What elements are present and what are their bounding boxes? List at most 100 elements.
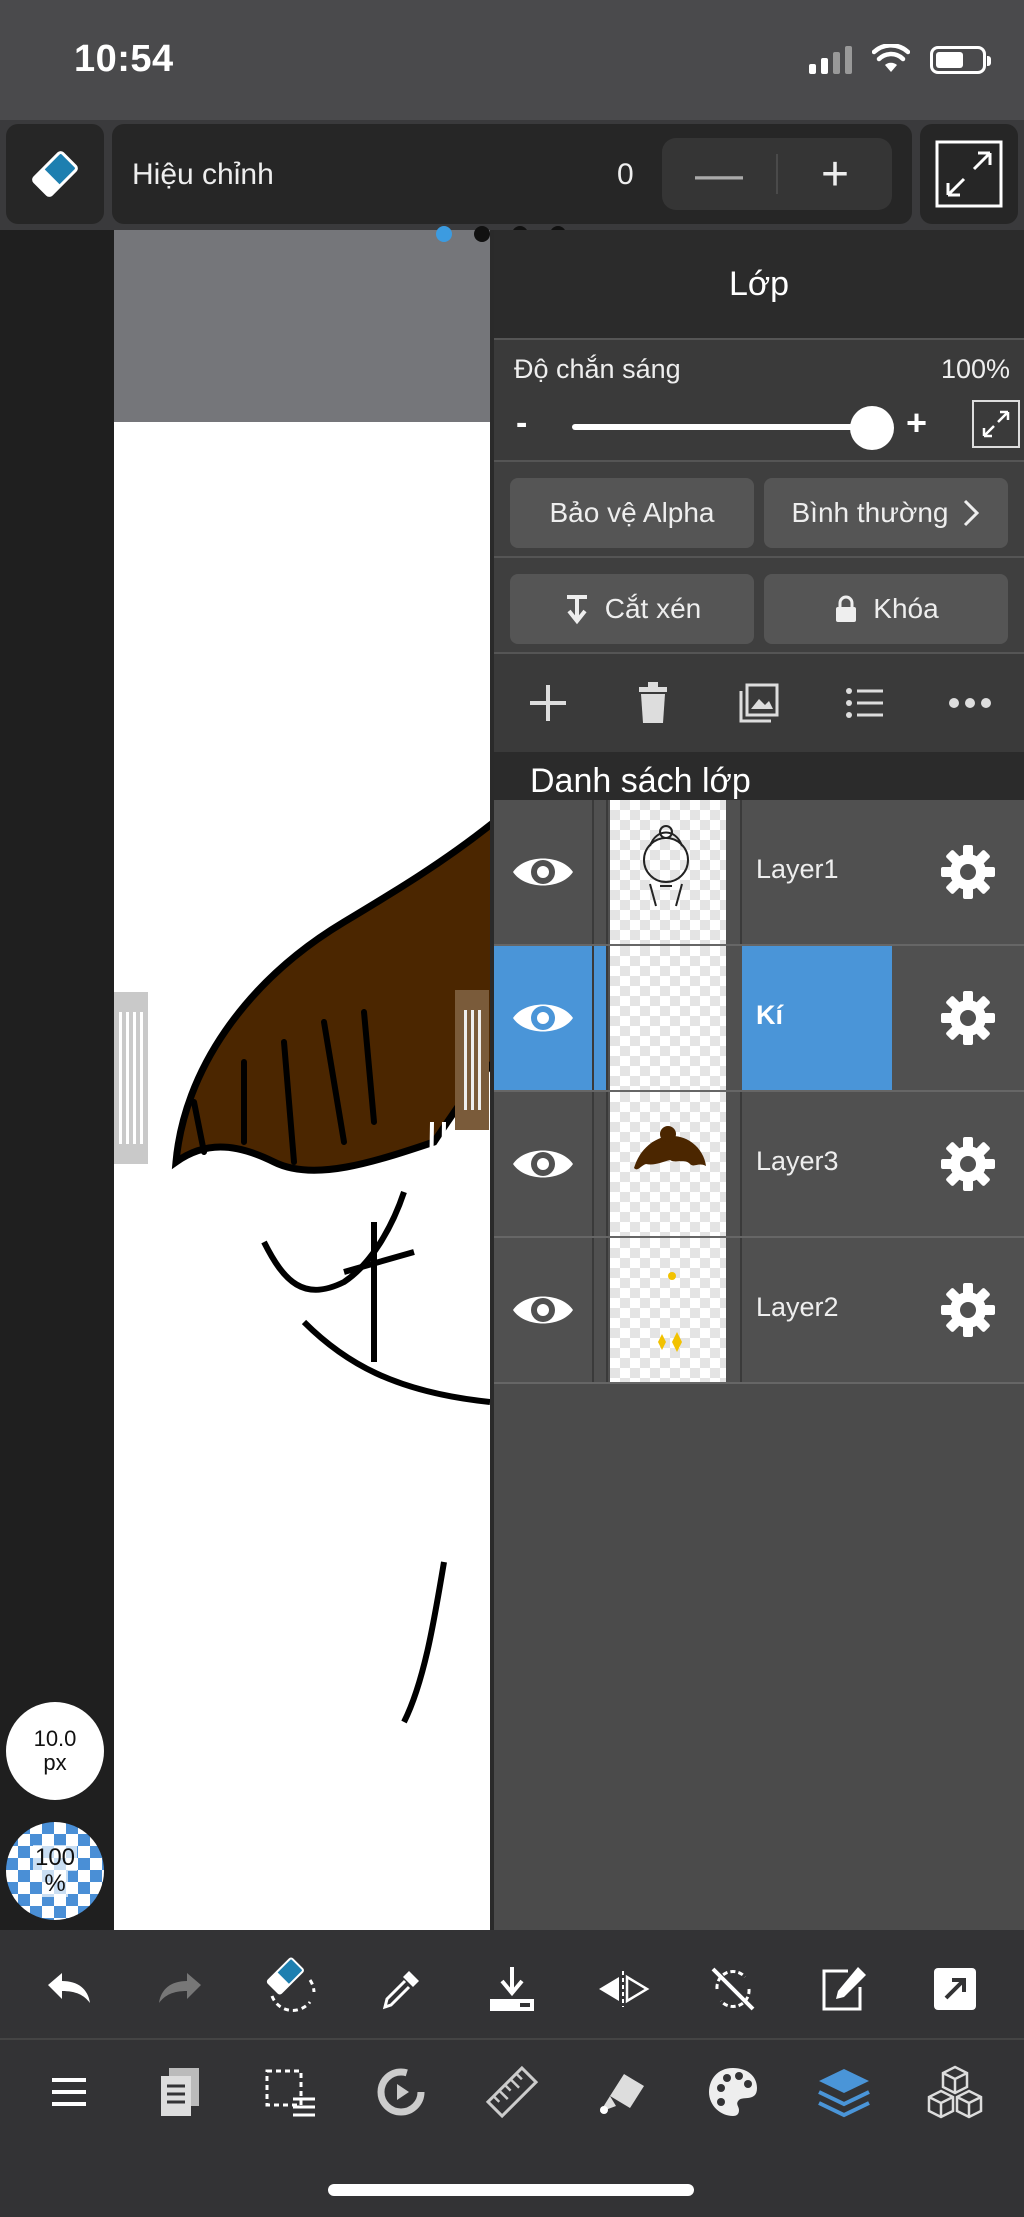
adjust-label: Hiệu chỉnh xyxy=(132,158,274,191)
transform-eraser-button[interactable] xyxy=(251,1949,331,2029)
expand-icon xyxy=(982,410,1010,438)
brush-opacity-unit: % xyxy=(42,1870,68,1897)
chevron-right-icon xyxy=(964,499,980,527)
layer-settings-button[interactable] xyxy=(932,1128,1004,1200)
pages-button[interactable] xyxy=(140,2052,220,2132)
eraser-icon xyxy=(32,151,78,197)
page-dot xyxy=(474,226,490,242)
gear-icon xyxy=(941,845,995,899)
hamburger-menu-icon xyxy=(52,2078,87,2106)
eyedropper-button[interactable] xyxy=(361,1949,441,2029)
trash-icon[interactable] xyxy=(633,681,673,725)
add-layer-icon[interactable] xyxy=(526,681,570,725)
layer-settings-button[interactable] xyxy=(932,836,1004,908)
top-toolbar: Hiệu chỉnh 0 — + xyxy=(0,120,1024,230)
layer-actions-row xyxy=(494,652,1024,752)
clip-button[interactable]: Cắt xén xyxy=(510,574,754,644)
layer-row-selected[interactable]: Kí xyxy=(494,946,1024,1092)
eye-icon xyxy=(513,1004,573,1032)
layer-name: Layer2 xyxy=(756,1292,839,1322)
increase-button[interactable]: + xyxy=(778,138,892,210)
visibility-toggle[interactable] xyxy=(494,1238,594,1382)
blend-mode-button[interactable]: Bình thường xyxy=(764,478,1008,548)
status-icons xyxy=(809,44,991,74)
opacity-increase-button[interactable]: + xyxy=(906,402,927,444)
selection-button[interactable] xyxy=(251,2052,331,2132)
brush-size-value: 10.0 xyxy=(33,1726,77,1751)
visibility-toggle[interactable] xyxy=(494,800,594,944)
brush-opacity-indicator[interactable]: 100 % xyxy=(6,1822,104,1920)
bottom-toolbar xyxy=(0,1930,1024,2217)
edit-square-icon xyxy=(822,1967,866,2011)
materials-button[interactable] xyxy=(915,2052,995,2132)
opacity-decrease-button[interactable]: - xyxy=(516,404,527,443)
undo-icon xyxy=(48,1973,91,2003)
spotlight-icon xyxy=(599,2074,644,2114)
opacity-slider-thumb[interactable] xyxy=(850,406,894,450)
list-icon[interactable] xyxy=(845,685,885,721)
canvas-background xyxy=(114,230,490,422)
fullscreen-button[interactable] xyxy=(920,124,1018,224)
brush-size-unit: px xyxy=(43,1750,67,1775)
selection-icon xyxy=(265,2069,315,2117)
brush-size-indicator[interactable]: 10.0 px xyxy=(6,1702,104,1800)
layer-settings-button[interactable] xyxy=(932,982,1004,1054)
rotate-icon xyxy=(377,2068,425,2116)
import-button[interactable] xyxy=(472,1949,552,2029)
menu-button[interactable] xyxy=(29,2052,109,2132)
gear-icon xyxy=(941,1137,995,1191)
image-layer-icon[interactable] xyxy=(737,681,781,725)
rotate-canvas-button[interactable] xyxy=(361,2052,441,2132)
page-dot xyxy=(436,226,452,242)
layer-settings-button[interactable] xyxy=(932,1274,1004,1346)
visibility-toggle[interactable] xyxy=(494,1092,594,1236)
edit-canvas-button[interactable] xyxy=(804,1949,884,2029)
redo-button[interactable] xyxy=(140,1949,220,2029)
layer-name: Kí xyxy=(756,1000,783,1030)
layer-panel: Lớp Độ chắn sáng 100% - + Bảo vệ Alpha B… xyxy=(490,230,1024,1930)
gear-icon xyxy=(941,1283,995,1337)
lock-icon xyxy=(836,595,857,622)
share-button[interactable] xyxy=(915,1949,995,2029)
layer-row[interactable]: Layer3 xyxy=(494,1092,1024,1238)
opacity-expand-button[interactable] xyxy=(972,400,1020,448)
layer-opacity-label: Độ chắn sáng xyxy=(514,354,681,384)
home-indicator[interactable] xyxy=(328,2184,694,2196)
fill-button[interactable] xyxy=(583,2052,663,2132)
cellular-signal-icon xyxy=(809,46,852,74)
action-toolbar xyxy=(0,1940,1024,2040)
main-toolbar xyxy=(0,2042,1024,2142)
brush-opacity-value: 100 xyxy=(32,1844,78,1871)
color-palette-button[interactable] xyxy=(693,2052,773,2132)
layer-row[interactable]: Layer1 xyxy=(494,800,1024,946)
alpha-protect-button[interactable]: Bảo vệ Alpha xyxy=(510,478,754,548)
layers-button[interactable] xyxy=(804,2052,884,2132)
flip-button[interactable] xyxy=(583,1949,663,2029)
canvas-handle[interactable] xyxy=(455,990,489,1130)
blend-mode-label: Bình thường xyxy=(791,497,949,528)
ruler-button[interactable] xyxy=(472,2052,552,2132)
eraser-tool-button[interactable] xyxy=(6,124,104,224)
rotate-lock-button[interactable] xyxy=(693,1949,773,2029)
status-time: 10:54 xyxy=(74,38,174,80)
visibility-toggle[interactable] xyxy=(494,946,594,1090)
decrease-button[interactable]: — xyxy=(662,138,776,210)
eye-icon xyxy=(513,1150,573,1178)
eye-icon xyxy=(513,858,573,886)
lock-button[interactable]: Khóa xyxy=(764,574,1008,644)
panel-title: Lớp xyxy=(494,230,1024,338)
clip-label: Cắt xén xyxy=(604,593,702,624)
adjust-stepper: — + xyxy=(662,138,892,210)
status-bar: 10:54 xyxy=(0,0,1024,120)
more-icon[interactable] xyxy=(948,697,992,709)
drawing-canvas[interactable] xyxy=(114,422,490,1930)
flip-horizontal-icon xyxy=(598,1971,650,2007)
layer-row[interactable]: Layer2 xyxy=(494,1238,1024,1384)
undo-button[interactable] xyxy=(29,1949,109,2029)
adjust-value: 0 xyxy=(617,158,634,191)
eyedropper-icon xyxy=(383,1971,420,2010)
opacity-slider-track[interactable] xyxy=(572,424,872,430)
left-panel-handle[interactable] xyxy=(114,992,148,1164)
layer-options-row-2: Cắt xén Khóa xyxy=(494,556,1024,652)
gear-icon xyxy=(941,991,995,1045)
